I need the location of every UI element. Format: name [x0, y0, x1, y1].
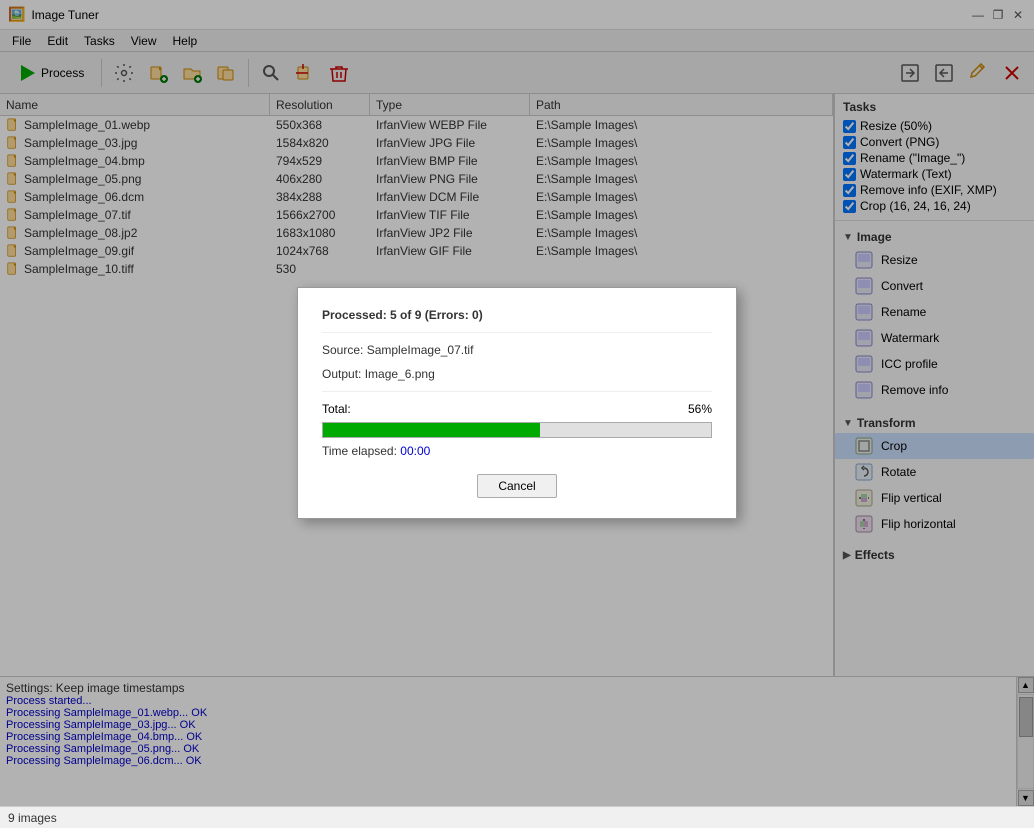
time-label: Time elapsed:	[322, 444, 397, 458]
progress-dialog: Processed: 5 of 9 (Errors: 0) Source: Sa…	[297, 287, 737, 519]
modal-source-row: Source: SampleImage_07.tif	[322, 343, 712, 357]
output-label: Output:	[322, 367, 361, 381]
progress-row: Total: 56%	[322, 402, 712, 416]
modal-overlay: Processed: 5 of 9 (Errors: 0) Source: Sa…	[0, 0, 1034, 806]
status-bar: 9 images	[0, 806, 1034, 828]
source-label: Source:	[322, 343, 363, 357]
modal-divider-1	[322, 332, 712, 333]
progress-bar-container	[322, 422, 712, 438]
total-label: Total:	[322, 402, 351, 416]
progress-title: Processed: 5 of 9 (Errors: 0)	[322, 308, 712, 322]
cancel-button[interactable]: Cancel	[477, 474, 556, 498]
modal-divider-2	[322, 391, 712, 392]
time-value: 00:00	[400, 444, 430, 458]
total-percent: 56%	[688, 402, 712, 416]
source-value: SampleImage_07.tif	[367, 343, 474, 357]
progress-bar-fill	[323, 423, 540, 437]
output-value: Image_6.png	[365, 367, 435, 381]
status-text: 9 images	[8, 811, 57, 825]
modal-output-row: Output: Image_6.png	[322, 367, 712, 381]
time-row: Time elapsed: 00:00	[322, 444, 712, 458]
modal-footer: Cancel	[322, 474, 712, 498]
